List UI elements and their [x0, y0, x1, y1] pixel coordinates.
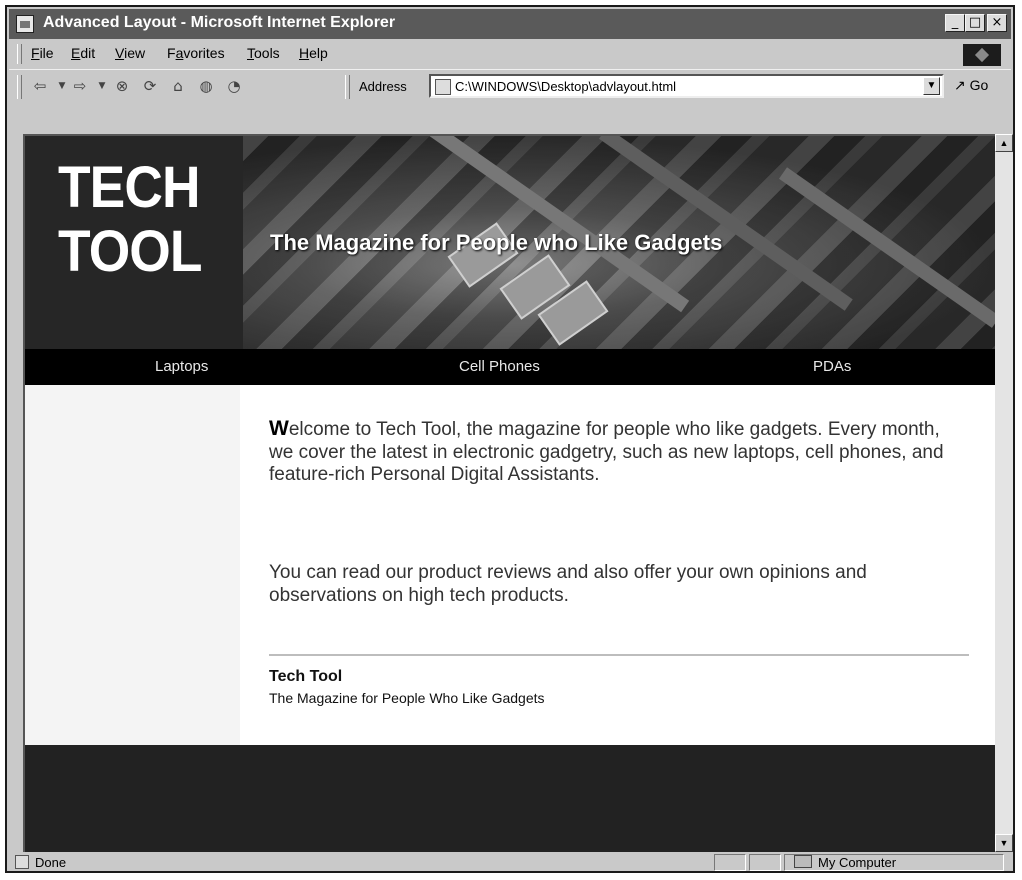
search-globe-icon[interactable]: ◍: [197, 77, 215, 95]
footer-subtitle: The Magazine for People Who Like Gadgets: [269, 690, 545, 706]
address-grip[interactable]: [345, 75, 350, 99]
back-dropdown-icon[interactable]: ▼: [53, 77, 71, 95]
logo-line-1: TECH: [58, 155, 200, 220]
stop-icon[interactable]: ⊗: [113, 77, 131, 95]
address-label: Address: [359, 79, 407, 94]
menu-file[interactable]: File: [31, 45, 54, 61]
close-button[interactable]: ×: [987, 14, 1007, 32]
window-title: Advanced Layout - Microsoft Internet Exp…: [43, 14, 396, 31]
status-text: Done: [15, 855, 66, 870]
status-panel-1: [714, 854, 746, 871]
photo-trace-3: [778, 167, 995, 328]
dropcap-letter: W: [269, 417, 289, 440]
menu-edit[interactable]: Edit: [71, 45, 95, 61]
menu-help[interactable]: Help: [299, 45, 328, 61]
address-bar[interactable]: C:\WINDOWS\Desktop\advlayout.html ▼: [429, 74, 944, 98]
address-dropdown-button[interactable]: ▼: [923, 77, 940, 95]
main-content: Welcome to Tech Tool, the magazine for p…: [240, 385, 995, 745]
forward-dropdown-icon[interactable]: ▼: [93, 77, 111, 95]
nav-link-pdas[interactable]: PDAs: [813, 358, 851, 375]
forward-arrow-icon[interactable]: ⇨: [71, 77, 89, 95]
security-zone: My Computer: [794, 855, 896, 870]
ie-app-icon[interactable]: [16, 15, 34, 33]
site-banner: TECH TOOL The Magazine for People who Li…: [25, 136, 995, 349]
menu-bar: File Edit View Favorites Tools Help: [9, 41, 1011, 67]
footer-title: Tech Tool: [269, 668, 343, 685]
go-button[interactable]: ↗ Go: [954, 77, 988, 94]
address-input[interactable]: C:\WINDOWS\Desktop\advlayout.html: [455, 79, 676, 94]
windows-logo-throbber: [963, 44, 1001, 66]
back-arrow-icon[interactable]: ⇦: [31, 77, 49, 95]
content-divider: [269, 654, 969, 656]
page-done-icon: [15, 855, 29, 869]
go-arrow-icon: ↗: [954, 77, 966, 93]
menu-favorites[interactable]: Favorites: [167, 45, 225, 61]
left-column: [25, 385, 240, 745]
photo-trace-2: [598, 136, 853, 311]
page-icon: [435, 79, 451, 95]
scroll-up-button[interactable]: ▲: [995, 134, 1013, 152]
site-nav: Laptops Cell Phones PDAs: [25, 349, 995, 385]
toolbar-grip[interactable]: [17, 75, 22, 99]
menu-tools[interactable]: Tools: [247, 45, 280, 61]
status-bar: Done My Computer: [9, 854, 1011, 871]
menu-view[interactable]: View: [115, 45, 145, 61]
browser-window: Advanced Layout - Microsoft Internet Exp…: [5, 5, 1015, 873]
vertical-scrollbar[interactable]: ▲ ▼: [995, 134, 1013, 852]
scroll-down-button[interactable]: ▼: [995, 834, 1013, 852]
logo-line-2: TOOL: [58, 219, 202, 284]
status-panel-2: [749, 854, 781, 871]
minimize-button[interactable]: _: [945, 14, 965, 32]
history-icon[interactable]: ◔: [225, 77, 243, 95]
nav-link-cell-phones[interactable]: Cell Phones: [459, 358, 540, 375]
page-viewport: TECH TOOL The Magazine for People who Li…: [23, 134, 995, 852]
home-icon[interactable]: ⌂: [169, 77, 187, 95]
my-computer-icon: [794, 855, 812, 868]
site-tagline: The Magazine for People who Like Gadgets: [270, 230, 723, 255]
menubar-grip[interactable]: [17, 44, 22, 64]
standard-toolbar: ⇦ ▼ ⇨ ▼ ⊗ ⟳ ⌂ ◍ ◔ Address C:\WINDOWS\Des…: [9, 69, 1011, 104]
title-bar[interactable]: Advanced Layout - Microsoft Internet Exp…: [9, 9, 1011, 39]
reviews-paragraph: You can read our product reviews and als…: [269, 562, 867, 606]
maximize-button[interactable]: □: [965, 14, 985, 32]
site-logo: TECH TOOL: [25, 136, 243, 349]
intro-paragraph: Welcome to Tech Tool, the magazine for p…: [269, 417, 944, 485]
refresh-icon[interactable]: ⟳: [141, 77, 159, 95]
nav-link-laptops[interactable]: Laptops: [155, 358, 208, 375]
